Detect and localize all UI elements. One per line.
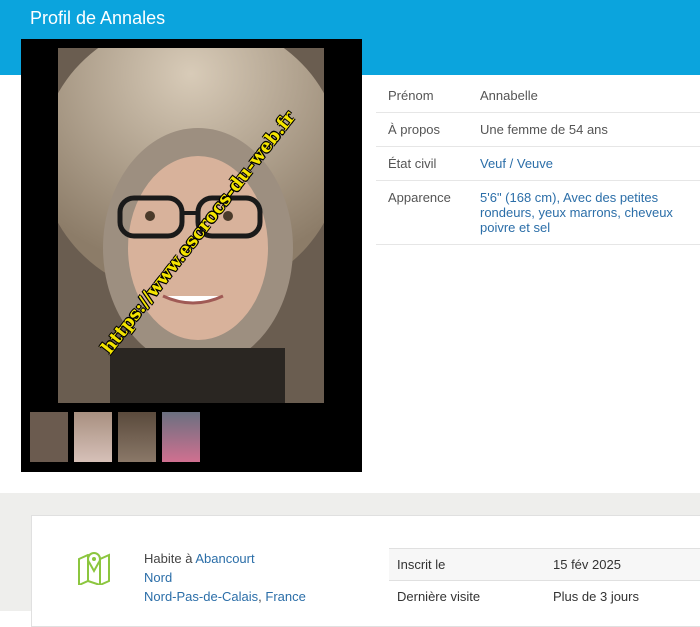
row-label: À propos <box>388 122 441 137</box>
row-value: Annabelle <box>480 88 538 103</box>
row-value: 15 fév 2025 <box>545 548 700 581</box>
row-value: Une femme de 54 ans <box>480 122 608 137</box>
location-card: Habite à Abancourt Nord Nord-Pas-de-Cala… <box>31 515 700 627</box>
photo-gallery: https://www.escrocs-du-web.fr <box>21 39 362 472</box>
row-label: Dernière visite <box>389 580 545 612</box>
page-title: Profil de Annales <box>30 8 166 28</box>
separator: , <box>258 589 262 604</box>
photo-thumbnail[interactable] <box>162 412 200 462</box>
profile-details-table: Prénom Annabelle À propos Une femme de 5… <box>376 79 700 245</box>
photo-thumbnail[interactable] <box>74 412 112 462</box>
location-section: Habite à Abancourt Nord Nord-Pas-de-Cala… <box>0 493 700 627</box>
civil-status-link[interactable]: Veuf / Veuve <box>468 147 700 181</box>
registration-row-last-visit: Dernière visite Plus de 3 jours <box>389 580 700 612</box>
photo-thumbnail[interactable] <box>118 412 156 462</box>
appearance-link[interactable]: 5'6" (168 cm), Avec des petites rondeurs… <box>468 181 700 245</box>
row-label: Inscrit le <box>389 548 545 581</box>
location-text: Habite à Abancourt Nord Nord-Pas-de-Cala… <box>144 549 306 606</box>
row-label: Apparence <box>388 190 451 205</box>
main-profile-photo[interactable]: https://www.escrocs-du-web.fr <box>58 48 324 403</box>
profile-row-appearance: Apparence 5'6" (168 cm), Avec des petite… <box>376 181 700 245</box>
photo-thumbnail[interactable] <box>30 412 68 462</box>
department-link[interactable]: Nord <box>144 570 172 585</box>
profile-row-civil-status: État civil Veuf / Veuve <box>376 147 700 181</box>
map-pin-icon <box>77 549 111 590</box>
city-link[interactable]: Abancourt <box>195 551 254 566</box>
row-label: État civil <box>388 156 437 171</box>
row-value: Plus de 3 jours <box>545 580 700 612</box>
registration-row-joined: Inscrit le 15 fév 2025 <box>389 548 700 581</box>
country-link[interactable]: France <box>265 589 305 604</box>
lives-in-label: Habite à <box>144 551 193 566</box>
thumbnail-strip <box>30 412 200 462</box>
profile-row-about: À propos Une femme de 54 ans <box>376 113 700 147</box>
profile-row-firstname: Prénom Annabelle <box>376 79 700 113</box>
region-link[interactable]: Nord-Pas-de-Calais <box>144 589 258 604</box>
registration-table: Inscrit le 15 fév 2025 Dernière visite P… <box>389 548 700 612</box>
row-label: Prénom <box>388 88 434 103</box>
